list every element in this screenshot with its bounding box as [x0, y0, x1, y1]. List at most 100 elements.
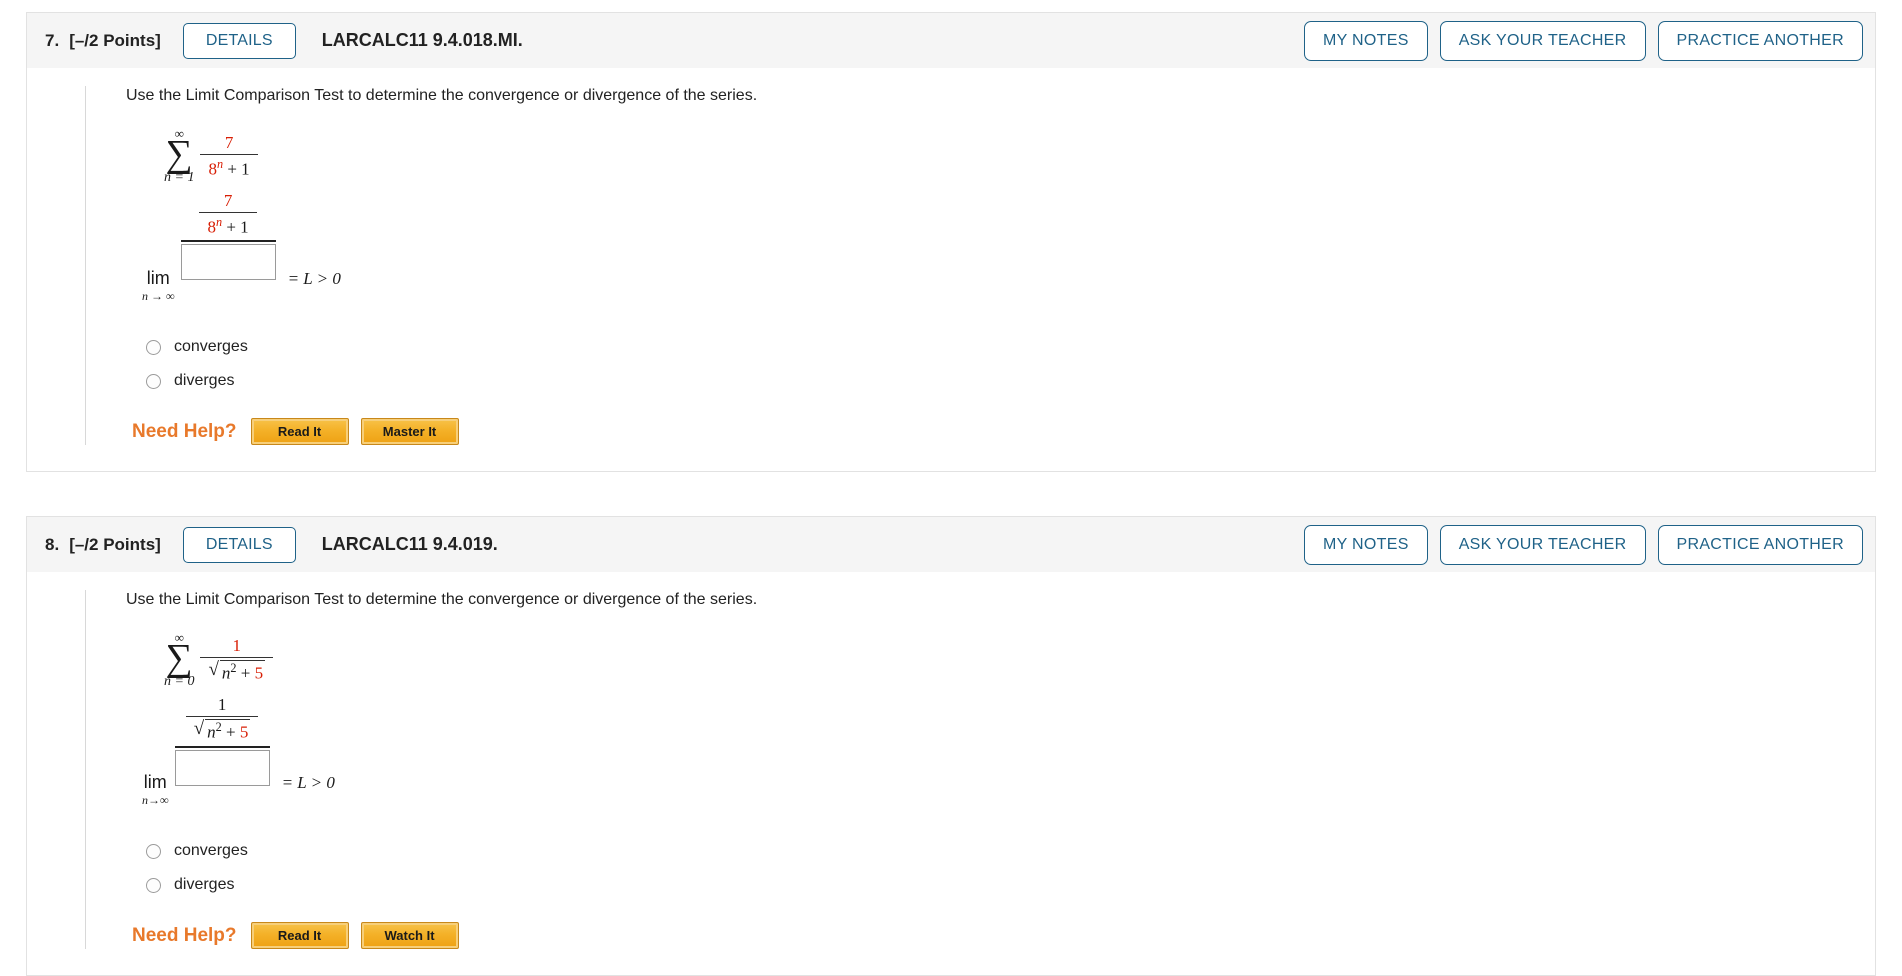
- answer-options-8: converges diverges: [146, 838, 1875, 898]
- question-prompt: Use the Limit Comparison Test to determi…: [126, 591, 758, 609]
- radical-sign: √: [193, 717, 205, 739]
- limit-fraction-bar: [174, 745, 270, 748]
- radicand-variable: n: [207, 722, 216, 742]
- question-number: 7.: [45, 30, 60, 50]
- radio-button-converges[interactable]: [146, 339, 161, 355]
- radicand-exponent: 2: [230, 660, 237, 675]
- need-help-section-7: Need Help? Read It Master It: [132, 418, 1875, 446]
- limit-inner-denominator-base: 8: [207, 217, 216, 237]
- practice-another-button[interactable]: PRACTICE ANOTHER: [1657, 20, 1863, 61]
- series-fraction: 7 8n + 1: [200, 133, 258, 179]
- radio-button-converges[interactable]: [146, 843, 161, 859]
- assignment-page: 7. [–/2 Points] DETAILS LARCALC11 9.4.01…: [0, 0, 1902, 976]
- need-help-section-8: Need Help? Read It Watch It: [132, 922, 1875, 950]
- question-block-8: 8. [–/2 Points] DETAILS LARCALC11 9.4.01…: [26, 516, 1876, 976]
- square-root-icon: √ n2 + 5: [208, 658, 266, 684]
- question-block-7: 7. [–/2 Points] DETAILS LARCALC11 9.4.01…: [26, 12, 1876, 473]
- answer-input[interactable]: [180, 243, 276, 280]
- question-number: 8.: [45, 534, 60, 554]
- need-help-label: Need Help?: [132, 924, 237, 946]
- question-content-8: Use the Limit Comparison Test to determi…: [85, 590, 1875, 950]
- radicand-constant: 5: [239, 722, 249, 742]
- summation-lower-limit: n = 0: [164, 674, 195, 690]
- details-button[interactable]: DETAILS: [182, 22, 296, 59]
- sigma-icon: ∑: [165, 132, 193, 175]
- read-it-button[interactable]: Read It: [250, 418, 349, 446]
- question-points: [–/2 Points]: [69, 30, 161, 50]
- limit-fraction: 7 8n + 1: [180, 191, 276, 280]
- radicand-constant: 5: [254, 663, 264, 683]
- question-body-8: Use the Limit Comparison Test to determi…: [26, 572, 1876, 976]
- limit-inner-fraction: 1 √ n2 + 5: [185, 695, 259, 743]
- series-denominator: √ n2 + 5: [200, 656, 274, 684]
- master-it-button[interactable]: Master It: [360, 418, 459, 446]
- question-points: [–/2 Points]: [69, 534, 161, 554]
- limit-subscript: n→∞: [142, 793, 169, 808]
- square-root-icon: √ n2 + 5: [193, 717, 251, 743]
- limit-tail: = L > 0: [281, 773, 335, 793]
- limit-expression-7: lim n → ∞ 7 8n + 1 = L > 0: [126, 191, 1875, 304]
- limit-subscript: n → ∞: [142, 289, 175, 304]
- option-label[interactable]: converges: [174, 338, 248, 356]
- limit-inner-fraction: 7 8n + 1: [199, 191, 257, 237]
- option-converges[interactable]: converges: [146, 334, 1875, 360]
- summation-lower-limit: n = 1: [164, 170, 195, 186]
- limit-inner-denominator-exponent: n: [215, 214, 223, 229]
- limit-operator: lim n → ∞: [142, 269, 175, 304]
- limit-numerator: 1 √ n2 + 5: [185, 695, 259, 745]
- header-actions: MY NOTES ASK YOUR TEACHER PRACTICE ANOTH…: [1304, 20, 1863, 61]
- option-converges[interactable]: converges: [146, 838, 1875, 864]
- series-denominator: 8n + 1: [200, 153, 258, 179]
- summation-operator: ∞ ∑ n = 1: [164, 127, 194, 185]
- option-diverges[interactable]: diverges: [146, 368, 1875, 394]
- radio-button-diverges[interactable]: [146, 373, 161, 389]
- question-code: LARCALC11 9.4.018.MI.: [321, 30, 523, 50]
- limit-inner-denominator: 8n + 1: [199, 211, 257, 237]
- radicand: n2 + 5: [219, 659, 266, 684]
- option-diverges[interactable]: diverges: [146, 872, 1875, 898]
- limit-numerator: 7 8n + 1: [199, 191, 257, 240]
- radicand-exponent: 2: [215, 719, 222, 734]
- question-prompt: Use the Limit Comparison Test to determi…: [126, 87, 758, 104]
- question-header-7: 7. [–/2 Points] DETAILS LARCALC11 9.4.01…: [26, 12, 1876, 68]
- limit-expression-8: lim n→∞ 1 √ n2 + 5 = L > 0: [126, 695, 1875, 808]
- radicand: n2 + 5: [205, 718, 251, 743]
- sigma-icon: ∑: [165, 636, 193, 679]
- series-denominator-exponent: n: [216, 156, 224, 171]
- option-label[interactable]: diverges: [174, 372, 234, 390]
- read-it-button[interactable]: Read It: [250, 922, 349, 950]
- watch-it-button[interactable]: Watch It: [360, 922, 459, 950]
- series-fraction: 1 √ n2 + 5: [200, 636, 274, 684]
- series-expression-7: ∞ ∑ n = 1 7 8n + 1: [164, 127, 1875, 185]
- ask-your-teacher-button[interactable]: ASK YOUR TEACHER: [1439, 524, 1646, 565]
- limit-inner-denominator: √ n2 + 5: [185, 715, 259, 743]
- practice-another-button[interactable]: PRACTICE ANOTHER: [1657, 524, 1863, 565]
- limit-word: lim: [146, 268, 170, 289]
- limit-word: lim: [143, 772, 167, 793]
- option-label[interactable]: diverges: [174, 876, 234, 894]
- series-denominator-base: 8: [208, 159, 217, 179]
- my-notes-button[interactable]: MY NOTES: [1304, 20, 1428, 61]
- series-numerator: 1: [232, 636, 242, 656]
- need-help-label: Need Help?: [132, 420, 237, 442]
- limit-tail: = L > 0: [287, 269, 341, 289]
- limit-fraction-bar: [180, 239, 276, 242]
- answer-options-7: converges diverges: [146, 334, 1875, 394]
- series-expression-8: ∞ ∑ n = 0 1 √ n2 + 5: [164, 631, 1875, 689]
- limit-inner-denominator-tail: + 1: [226, 217, 249, 237]
- details-button[interactable]: DETAILS: [182, 526, 296, 563]
- radicand-operator: +: [240, 663, 251, 683]
- my-notes-button[interactable]: MY NOTES: [1304, 524, 1428, 565]
- summation-operator: ∞ ∑ n = 0: [164, 631, 194, 689]
- ask-your-teacher-button[interactable]: ASK YOUR TEACHER: [1439, 20, 1646, 61]
- option-label[interactable]: converges: [174, 842, 248, 860]
- question-header-8: 8. [–/2 Points] DETAILS LARCALC11 9.4.01…: [26, 516, 1876, 573]
- radical-sign: √: [208, 658, 219, 680]
- question-body-7: Use the Limit Comparison Test to determi…: [26, 68, 1876, 473]
- answer-input[interactable]: [174, 749, 270, 786]
- limit-inner-numerator: 7: [223, 191, 233, 211]
- series-denominator-tail: + 1: [227, 159, 250, 179]
- limit-fraction: 1 √ n2 + 5: [174, 695, 270, 786]
- question-content-7: Use the Limit Comparison Test to determi…: [85, 86, 1875, 446]
- limit-operator: lim n→∞: [142, 773, 169, 808]
